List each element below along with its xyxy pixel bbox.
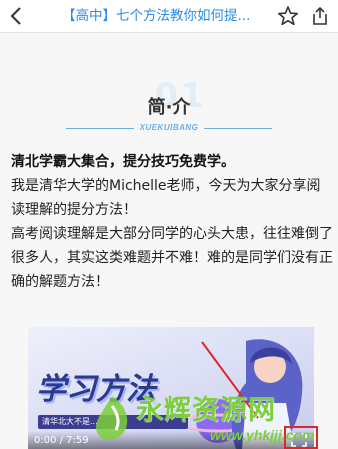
- video-time: 0:00 / 7:59: [34, 435, 89, 446]
- section-label: XUEKUIBANG: [139, 123, 199, 132]
- article-paragraph: 我是清华大学的Michelle老师，今天为大家分享阅读理解的提分方法！: [11, 178, 321, 218]
- share-icon[interactable]: [309, 5, 331, 27]
- section-title: 简·介: [147, 97, 191, 118]
- video-cover-title: 学习方法: [36, 372, 156, 407]
- chevron-left-icon[interactable]: [6, 4, 28, 28]
- divider-line-left: [66, 128, 134, 129]
- article-headline: 清北学霸大集合，提分技巧免费学。: [11, 154, 235, 170]
- video-controls: 0:00 / 7:59: [28, 431, 314, 449]
- video-player[interactable]: 学习方法 清华北大不是... 0:00 / 7:59: [28, 327, 314, 449]
- annotation-highlight-box: [284, 426, 318, 449]
- annotation-line: [201, 341, 259, 419]
- divider-line-right: [204, 128, 272, 129]
- video-subtitle: 清华北大不是...: [42, 417, 98, 426]
- page-title: 【高中】七个方法教你如何提...: [62, 8, 251, 24]
- top-navbar: 【高中】七个方法教你如何提...: [0, 0, 338, 33]
- article-body: 清北学霸大集合，提分技巧免费学。 我是清华大学的Michelle老师，今天为大家…: [11, 150, 333, 294]
- article-paragraph: 高考阅读理解是大部分同学的心头大患，往往难倒了很多人，其实这类难题并不难！难的是…: [11, 226, 333, 290]
- star-outline-icon[interactable]: [277, 5, 299, 27]
